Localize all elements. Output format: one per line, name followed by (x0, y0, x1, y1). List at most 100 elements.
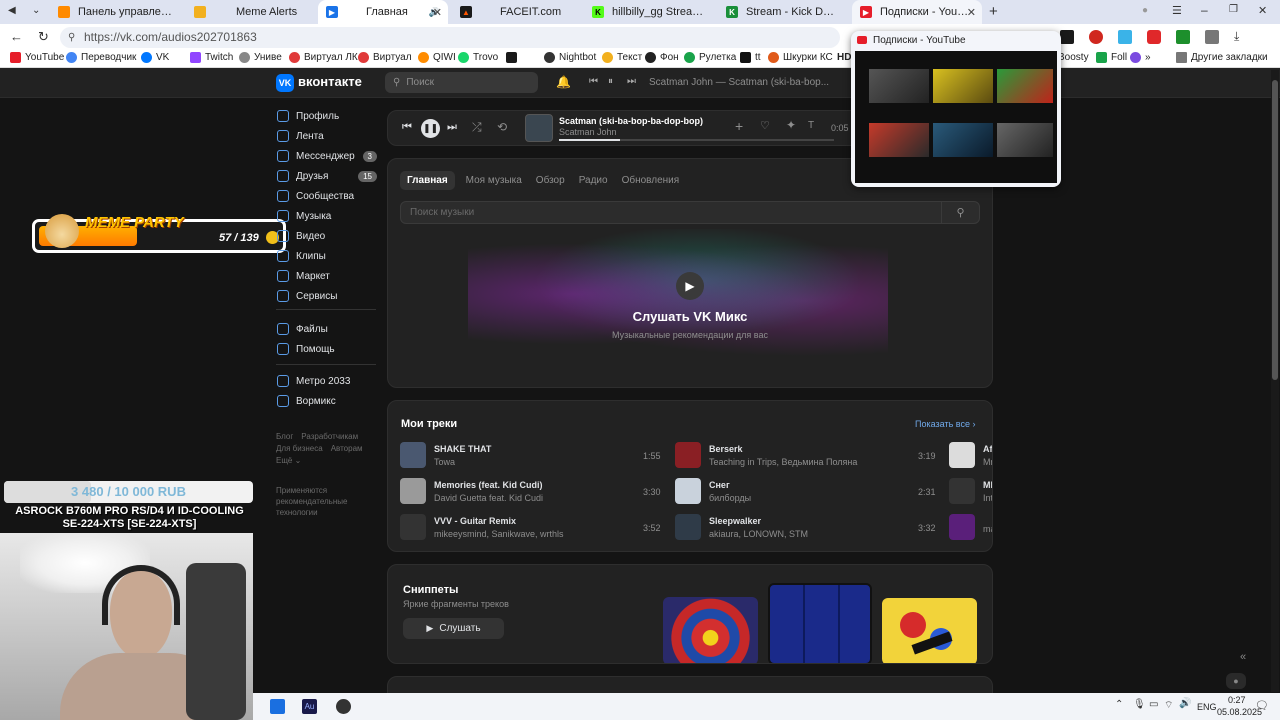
other-bookmarks[interactable]: Другие закладки (1176, 52, 1268, 63)
site-info-icon[interactable]: ⚲ (68, 27, 75, 48)
bookmark-extra[interactable] (506, 52, 521, 63)
lyrics-icon[interactable]: T (808, 120, 814, 131)
sidebar-item[interactable]: Сообщества (277, 187, 377, 205)
vk-search-input[interactable]: ⚲ Поиск (385, 72, 538, 93)
repeat-icon[interactable]: ⟲ (497, 120, 507, 134)
tab-panel[interactable]: Панель управления - Пан (50, 0, 180, 24)
music-search-input[interactable]: Поиск музыки ⚲ (400, 201, 980, 224)
prev-track-icon[interactable]: ⏮ (402, 121, 412, 134)
bookmark-twitch[interactable]: Twitch (190, 52, 233, 63)
vk-logo-icon[interactable]: VK (276, 74, 294, 92)
close-icon[interactable]: ✕ (967, 6, 976, 19)
pause-button[interactable]: ❚❚ (421, 119, 440, 138)
window-close-icon[interactable]: ✕ (1258, 4, 1267, 17)
sidebar-item[interactable]: Файлы (277, 320, 377, 338)
extension-icon[interactable] (1147, 29, 1161, 44)
bookmark-hd[interactable]: HD (837, 52, 851, 63)
header-now-playing[interactable]: Scatman John — Scatman (ski-ba-bop... (649, 77, 839, 88)
download-icon[interactable]: ⤓ (1234, 29, 1239, 44)
shuffle-icon[interactable]: ⤮ (472, 120, 482, 135)
collapse-icon[interactable]: « (1240, 651, 1246, 663)
tab-updates[interactable]: Обновления (615, 171, 687, 190)
header-next-icon[interactable]: ⏭ (627, 76, 636, 87)
next-track-icon[interactable]: ⏭ (447, 121, 457, 134)
mix-title[interactable]: Слушать VK Микс (388, 309, 992, 324)
bookmark-roulette[interactable]: Рулетка (684, 52, 736, 63)
snippet-cover[interactable] (663, 597, 758, 663)
sparkle-icon[interactable]: ✦ (786, 118, 796, 132)
track-row[interactable]: Memories (feat. Kid Cudi) David Guetta fe… (400, 477, 624, 505)
bookmark-fon[interactable]: Фон (645, 52, 679, 63)
scrollbar-thumb[interactable] (1272, 80, 1278, 380)
progress-bar[interactable] (559, 139, 834, 141)
chat-bubble-icon[interactable]: ● (1226, 673, 1246, 689)
tab-meme-alerts[interactable]: Meme Alerts (186, 0, 314, 24)
extension-icon[interactable] (1060, 29, 1074, 44)
network-icon[interactable]: ⌔ (1164, 699, 1173, 712)
footer-link[interactable]: Авторам (331, 444, 363, 453)
track-row[interactable]: Снег билборды (675, 477, 899, 505)
bookmark-skins-cs[interactable]: Шкурки КС (768, 52, 833, 63)
bookmark-vk[interactable]: VK (141, 52, 169, 63)
extension-icon[interactable] (1118, 29, 1132, 44)
tab-kick-dashboard[interactable]: KStream - Kick Dashboard (718, 0, 848, 24)
extension-icon[interactable] (1089, 29, 1103, 44)
header-prev-icon[interactable]: ⏮ (589, 76, 598, 87)
header-pause-icon[interactable]: ⏸ (608, 76, 613, 87)
bookmark-nightbot[interactable]: Nightbot (544, 52, 596, 63)
tab-faceit[interactable]: ▲ FACEIT.com (452, 0, 580, 24)
track-row[interactable]: SHAKE THAT Towa (400, 441, 624, 469)
bookmark-virtual[interactable]: Виртуал (358, 52, 412, 63)
notifications-icon[interactable]: 🗨 (1255, 699, 1269, 712)
audition-icon[interactable]: Au (302, 699, 317, 714)
footer-link[interactable]: Разработчикам (301, 432, 358, 441)
sidebar-item[interactable]: Вормикс (277, 392, 377, 410)
sidebar-item[interactable]: Лента (277, 127, 377, 145)
snippet-cover-yellow[interactable] (882, 598, 977, 663)
footer-link[interactable]: Для бизнеса (276, 444, 323, 453)
page-scrollbar[interactable] (1271, 70, 1279, 692)
profile-icon[interactable]: ● (1142, 5, 1148, 16)
bookmark-boosty[interactable]: Boosty (1058, 52, 1089, 63)
track-row[interactable]: ma (949, 513, 992, 541)
track-row[interactable]: Sleepwalker akiaura, LONOWN, STM (675, 513, 899, 541)
tab-glavnaya[interactable]: ▶ Главная 🔊 ✕ (318, 0, 448, 24)
extension-icon[interactable] (1176, 29, 1190, 44)
track-row[interactable]: ME Int (949, 477, 992, 505)
bookmark-univer[interactable]: Униве (239, 52, 282, 63)
bookmark-text[interactable]: Текст (602, 52, 642, 63)
sidebar-item[interactable]: Метро 2033 (277, 372, 377, 390)
app-icon[interactable] (270, 699, 285, 714)
bookmark-youtube[interactable]: YouTube (10, 52, 64, 63)
track-row[interactable]: Berserk Teaching in Trips, Ведьмина Полян… (675, 441, 899, 469)
microphone-icon[interactable]: 🎙 (1133, 699, 1146, 710)
url-input[interactable]: ⚲ https://vk.com/audios202701863 (60, 27, 840, 48)
footer-link[interactable]: Блог (276, 432, 293, 441)
sidebar-item[interactable]: Клипы (277, 247, 377, 265)
sidebar-item[interactable]: Маркет (277, 267, 377, 285)
tab-hillbilly-stream[interactable]: Khillbilly_gg Stream - Watch (584, 0, 714, 24)
clock-time[interactable]: 0:27 (1228, 695, 1246, 705)
vk-logo-text[interactable]: вконтакте (298, 74, 362, 89)
snippets-play-button[interactable]: ▶ Слушать (403, 618, 504, 639)
tab-radio[interactable]: Радио (572, 171, 615, 190)
tray-expand-icon[interactable]: ⌃ (1115, 699, 1123, 710)
tab-youtube-subscriptions[interactable]: ▶Подписки - YouTube✕ (852, 0, 982, 24)
back-icon[interactable]: ← (10, 29, 23, 44)
add-icon[interactable]: + (735, 118, 743, 134)
menu-icon[interactable]: ☰ (1172, 4, 1182, 17)
bookmark-tt[interactable]: tt (740, 52, 761, 63)
mix-play-button[interactable]: ▶ (676, 272, 704, 300)
sidebar-item[interactable]: Профиль (277, 107, 377, 125)
snippet-cover[interactable] (768, 583, 872, 663)
track-row[interactable]: VVV - Guitar Remix mikeeysmind, Sanikwave… (400, 513, 624, 541)
obs-icon[interactable] (336, 699, 351, 714)
dislike-icon[interactable]: ♡ (760, 119, 770, 132)
window-menu-icon[interactable]: ◀ (8, 5, 16, 16)
sidebar-item[interactable]: Видео (277, 227, 377, 245)
close-icon[interactable]: ✕ (433, 6, 442, 19)
reload-icon[interactable]: ↻ (38, 29, 49, 45)
sidebar-item[interactable]: Помощь (277, 340, 377, 358)
sidebar-item[interactable]: Мессенджер 3 (277, 147, 377, 165)
tab-browse[interactable]: Обзор (529, 171, 572, 190)
